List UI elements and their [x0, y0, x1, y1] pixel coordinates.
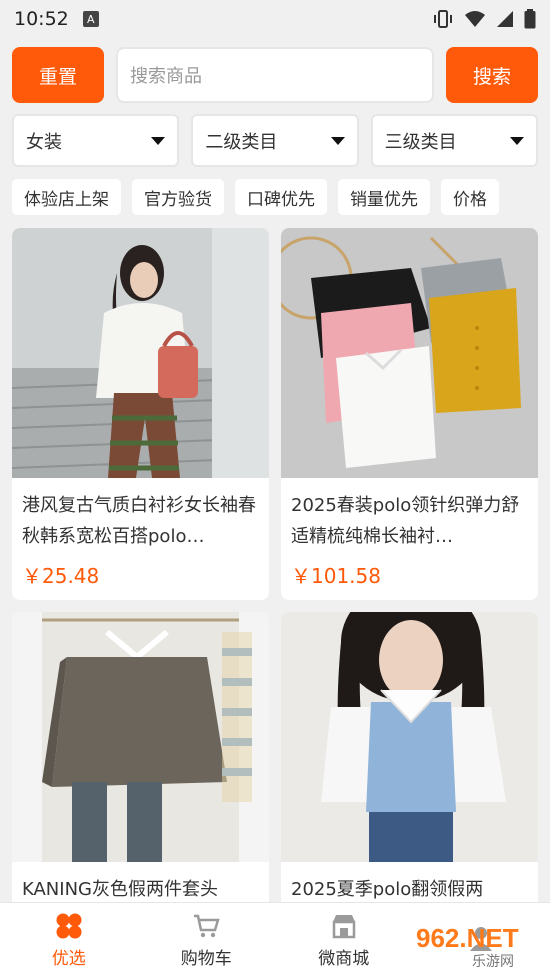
- product-card[interactable]: 2025夏季polo翻领假两: [281, 612, 538, 912]
- tag-row: 体验店上架 官方验货 口碑优先 销量优先 价格: [12, 179, 550, 215]
- caret-down-icon: [509, 136, 524, 145]
- product-image: [281, 612, 538, 862]
- product-price: ￥25.48: [22, 564, 100, 588]
- search-input[interactable]: 搜索商品: [116, 47, 434, 103]
- tab-store[interactable]: 微商城: [275, 903, 413, 977]
- tag-sales-first[interactable]: 销量优先: [338, 179, 430, 215]
- product-price: ￥101.58: [291, 564, 381, 588]
- tag-reputation-first[interactable]: 口碑优先: [235, 179, 327, 215]
- status-icons: [432, 9, 536, 29]
- tag-price[interactable]: 价格: [441, 179, 499, 215]
- tab-label: 购物车: [180, 948, 232, 969]
- tab-featured[interactable]: 优选: [0, 903, 138, 977]
- accessibility-icon: A: [82, 11, 99, 27]
- cart-icon: [194, 914, 220, 937]
- watermark-text: 962.NET: [416, 923, 519, 953]
- store-icon: [332, 914, 355, 938]
- caret-down-icon: [151, 136, 166, 145]
- category3-label: 三级类目: [384, 131, 457, 153]
- product-card[interactable]: 港风复古气质白衬衫女长袖春秋韩系宽松百搭polo… ￥25.48: [12, 228, 269, 600]
- tag-store-listed[interactable]: 体验店上架: [12, 179, 121, 215]
- search-button[interactable]: 搜索: [446, 47, 538, 103]
- category3-select[interactable]: 三级类目: [370, 114, 538, 167]
- product-image: [12, 228, 269, 478]
- category2-label: 二级类目: [205, 131, 278, 153]
- wifi-icon: [465, 11, 485, 27]
- category1-select[interactable]: 女装: [12, 114, 180, 167]
- category1-label: 女装: [26, 131, 62, 153]
- product-title: 港风复古气质白衬衫女长袖春秋韩系宽松百搭polo…: [22, 495, 256, 547]
- signal-icon: [497, 11, 513, 27]
- category2-select[interactable]: 二级类目: [191, 114, 359, 167]
- filter-row: 女装 二级类目 三级类目: [12, 114, 538, 167]
- product-card[interactable]: 2025春装polo领针织弹力舒适精梳纯棉长袖衬… ￥101.58: [281, 228, 538, 600]
- watermark-sub: 乐游网: [472, 954, 514, 970]
- tag-official-verified[interactable]: 官方验货: [132, 179, 224, 215]
- status-time: 10:52: [14, 8, 69, 30]
- product-title: 2025春装polo领针织弹力舒适精梳纯棉长袖衬…: [291, 495, 520, 547]
- product-image: [12, 612, 269, 862]
- status-bar: 10:52 A: [0, 0, 550, 38]
- four-petal-icon: [56, 913, 82, 938]
- reset-button[interactable]: 重置: [12, 47, 104, 103]
- tab-cart[interactable]: 购物车: [138, 903, 276, 977]
- battery-icon: [524, 9, 536, 29]
- product-image: [281, 228, 538, 478]
- vibrate-icon: [434, 10, 452, 28]
- search-row: 重置 搜索商品 搜索: [12, 47, 538, 103]
- product-card[interactable]: KANING灰色假两件套头: [12, 612, 269, 912]
- tab-label: 微商城: [318, 948, 370, 969]
- site-watermark: 962.NET 乐游网: [412, 921, 542, 971]
- tab-label: 优选: [51, 948, 86, 969]
- caret-down-icon: [330, 136, 345, 145]
